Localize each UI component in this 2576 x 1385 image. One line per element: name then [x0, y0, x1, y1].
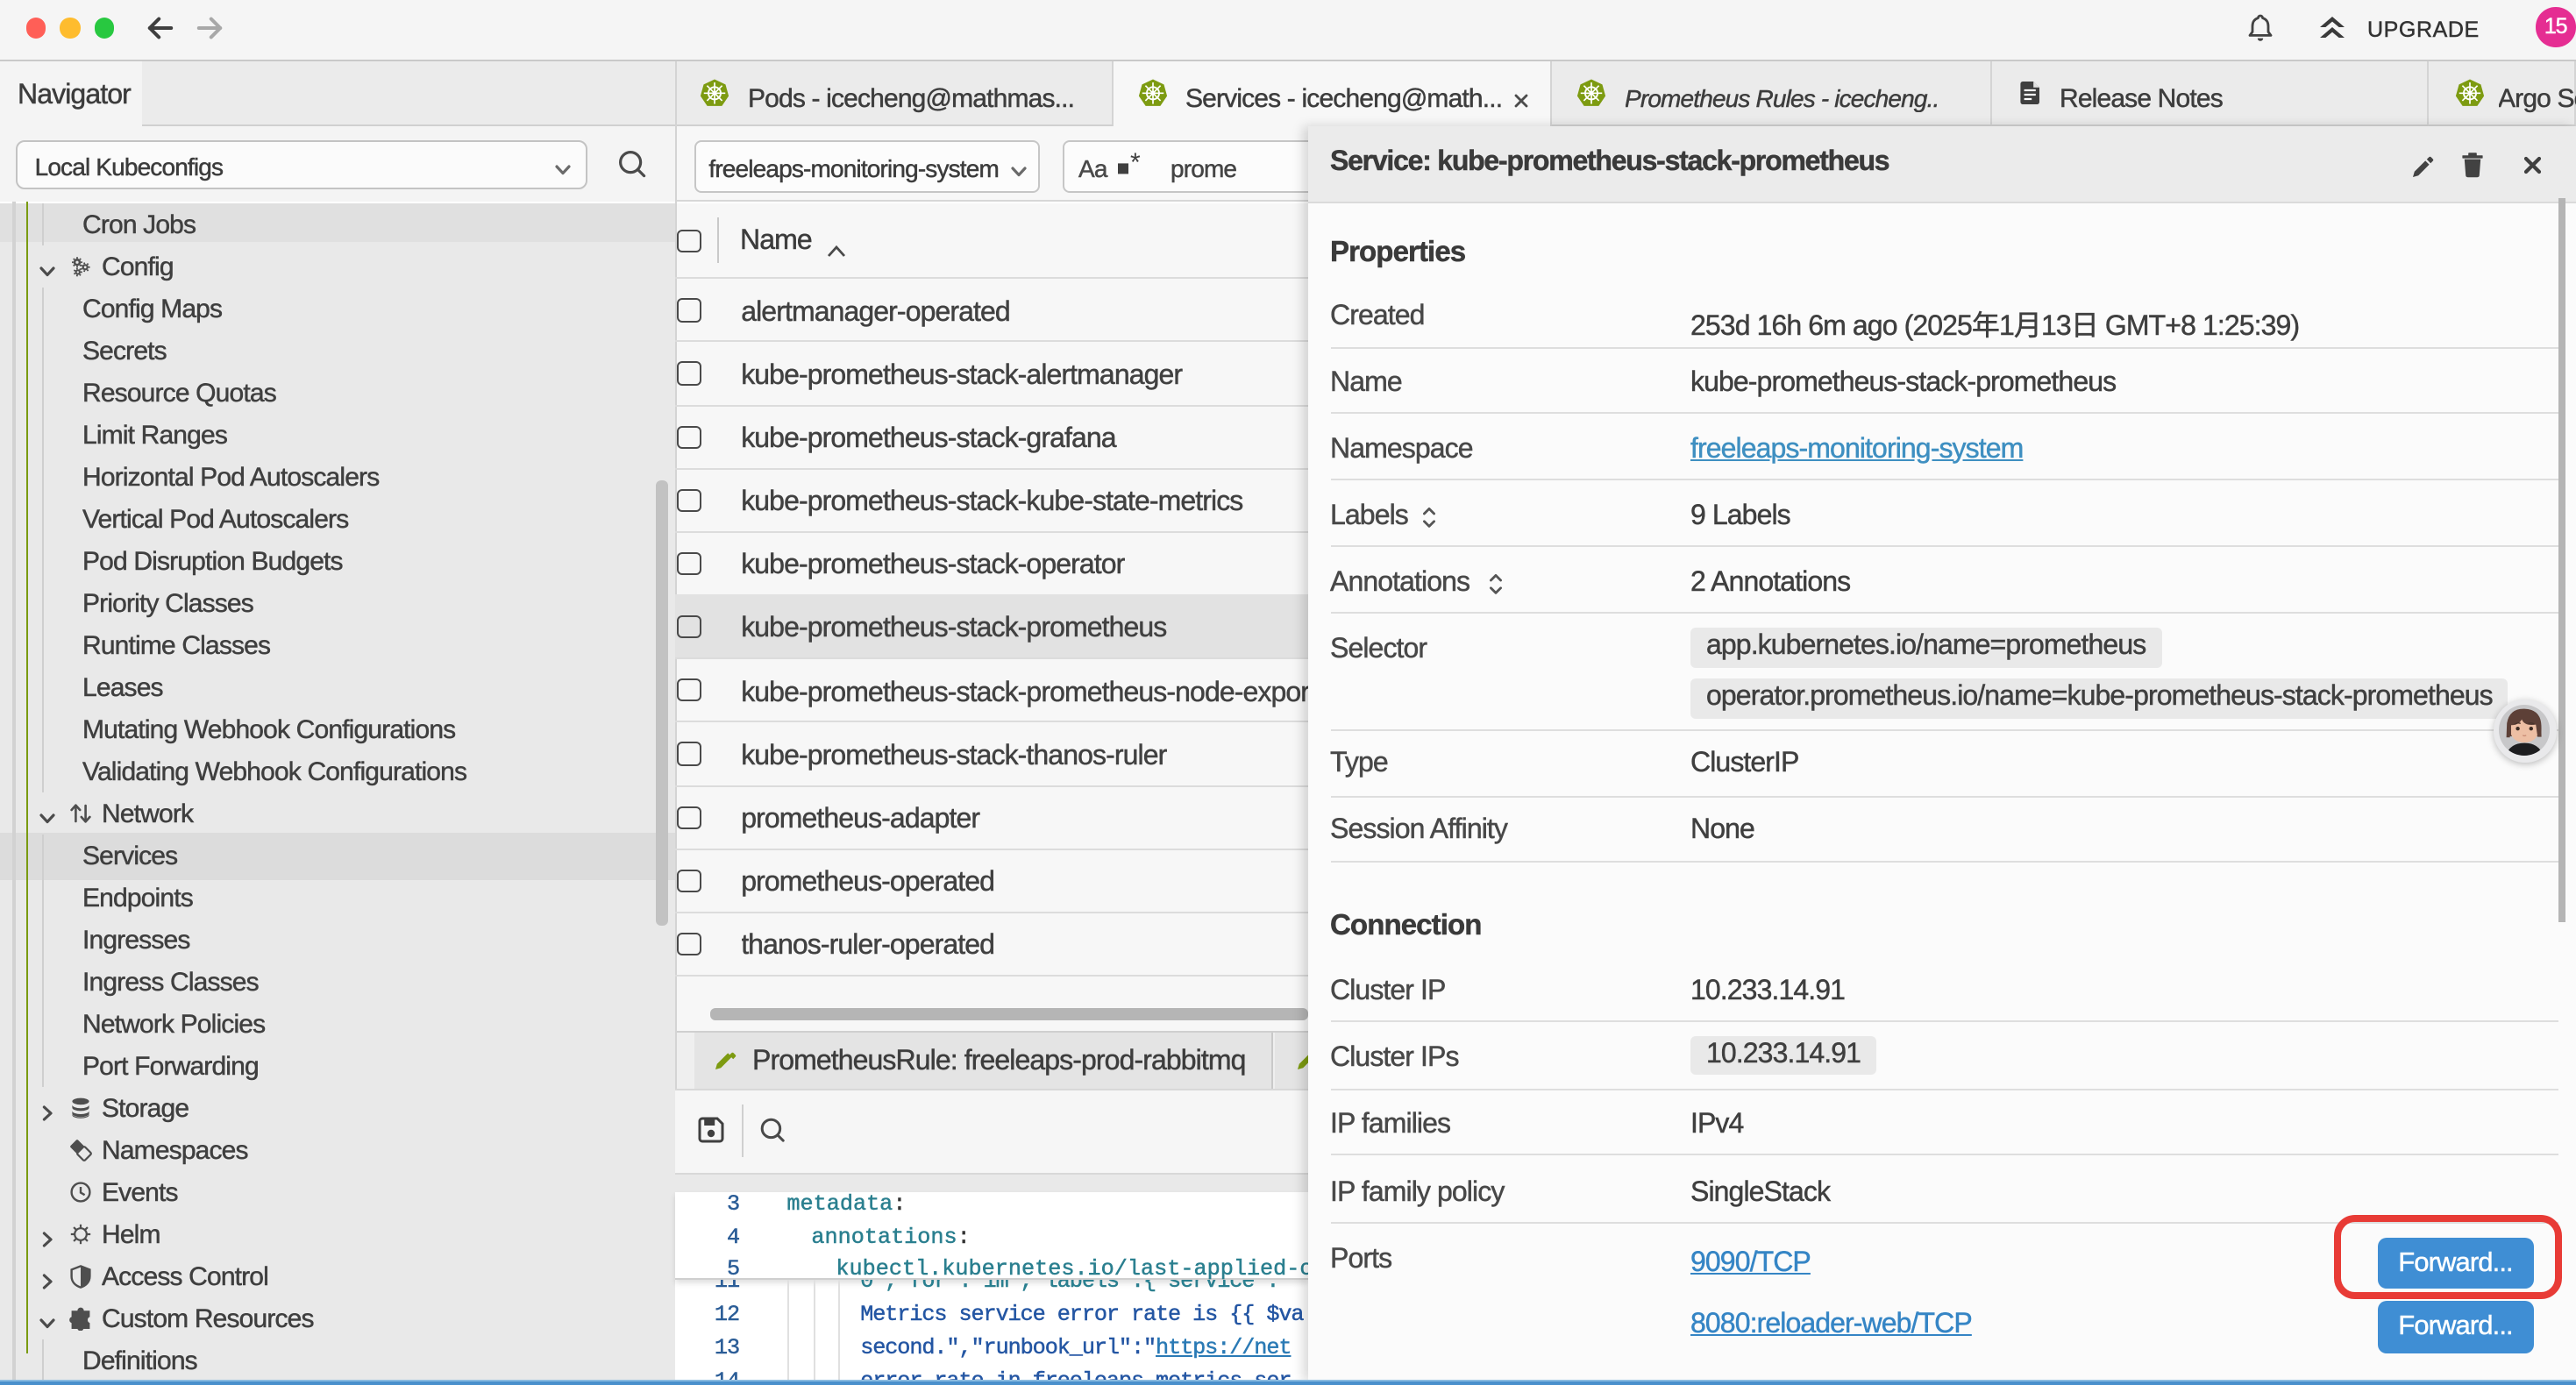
- svg-text:*: *: [1129, 148, 1140, 177]
